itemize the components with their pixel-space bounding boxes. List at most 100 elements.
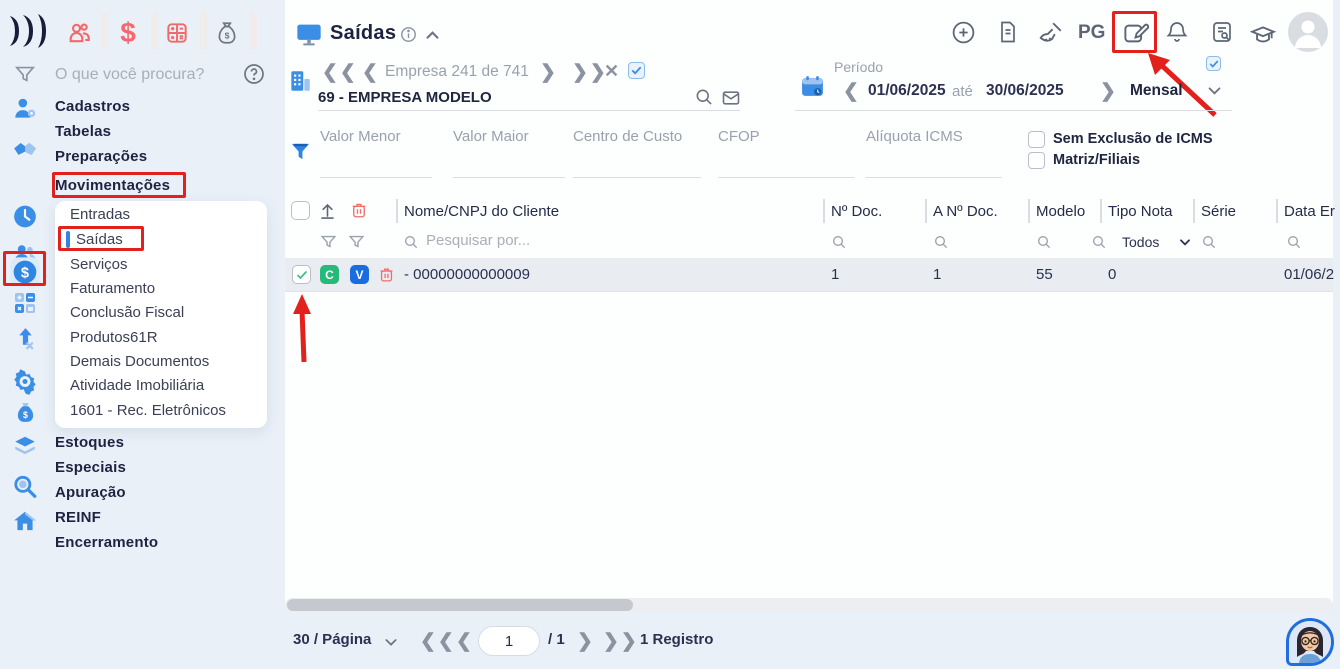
info-icon[interactable] bbox=[400, 26, 417, 43]
matriz-filiais-checkbox[interactable] bbox=[1028, 152, 1045, 169]
export-icon[interactable] bbox=[318, 201, 337, 220]
company-prev-button[interactable]: ❮ bbox=[362, 63, 378, 82]
moneybag-quick-icon[interactable]: $ bbox=[212, 18, 242, 48]
submenu-item-faturamento[interactable]: Faturamento bbox=[70, 280, 155, 297]
submenu-item-1601-rec-eletronicos[interactable]: 1601 - Rec. Eletrônicos bbox=[70, 402, 226, 419]
period-mode-select[interactable]: Mensal bbox=[1130, 82, 1183, 100]
period-next-button[interactable]: ❯ bbox=[1100, 82, 1116, 101]
submenu-item-conclusao-fiscal[interactable]: Conclusão Fiscal bbox=[70, 304, 184, 321]
collapse-chevron-up-icon[interactable] bbox=[424, 27, 441, 44]
period-checkbox[interactable] bbox=[1206, 56, 1221, 71]
sidebar-item-encerramento[interactable]: Encerramento bbox=[55, 534, 158, 551]
company-mail-icon[interactable] bbox=[721, 88, 741, 108]
help-icon[interactable] bbox=[242, 62, 266, 86]
sidebar-item-tabelas[interactable]: Tabelas bbox=[55, 123, 111, 140]
sidebar-search-input[interactable] bbox=[55, 66, 235, 84]
row-checkbox[interactable] bbox=[292, 265, 311, 284]
company-clear-button[interactable]: ✕ bbox=[604, 62, 619, 80]
row-badge-c[interactable]: C bbox=[320, 265, 339, 284]
andoc-search-icon[interactable] bbox=[933, 234, 949, 250]
rail-cadastros-icon[interactable] bbox=[12, 96, 38, 122]
per-page-select[interactable]: 30 / Página bbox=[293, 631, 371, 648]
calculator-quick-icon[interactable] bbox=[162, 18, 192, 48]
row-badge-v[interactable]: V bbox=[350, 265, 369, 284]
company-first-button[interactable]: ❮❮ bbox=[322, 63, 358, 82]
clients-quick-icon[interactable] bbox=[65, 18, 95, 48]
rail-tabelas-icon[interactable] bbox=[12, 136, 38, 162]
cliente-search-input[interactable] bbox=[426, 232, 576, 249]
rail-saidas-icon[interactable]: $ bbox=[9, 256, 41, 288]
submenu-item-entradas[interactable]: Entradas bbox=[70, 206, 130, 223]
sidebar-item-preparacoes[interactable]: Preparações bbox=[55, 148, 147, 165]
ndoc-search-icon[interactable] bbox=[831, 234, 847, 250]
submenu-item-atividade-imobiliaria[interactable]: Atividade Imobiliária bbox=[70, 377, 204, 394]
document-search-icon[interactable] bbox=[1210, 20, 1234, 44]
column-header-ndoc[interactable]: Nº Doc. bbox=[831, 203, 882, 220]
filter-field-aliquota-icms[interactable]: Alíquota ICMS bbox=[866, 128, 1002, 178]
row-delete-icon[interactable] bbox=[378, 266, 395, 283]
assistant-avatar[interactable] bbox=[1286, 618, 1334, 666]
clean-broom-icon[interactable] bbox=[1038, 20, 1064, 46]
column-header-andoc[interactable]: A Nº Doc. bbox=[933, 203, 998, 220]
sidebar-item-movimentacoes[interactable]: Movimentações bbox=[55, 177, 170, 194]
data-search-icon[interactable] bbox=[1286, 234, 1302, 250]
rail-home-icon[interactable] bbox=[12, 508, 38, 534]
rail-calculadora-icon[interactable] bbox=[12, 290, 38, 316]
next-page-button[interactable]: ❯ bbox=[577, 632, 593, 651]
rail-indicadores-icon[interactable] bbox=[12, 325, 38, 351]
period-mode-chevron-icon[interactable] bbox=[1206, 82, 1223, 99]
finance-quick-icon[interactable]: $ bbox=[113, 17, 143, 48]
period-start-date[interactable]: 01/06/2025 bbox=[868, 82, 946, 100]
tiponota-filter-chevron-icon[interactable] bbox=[1178, 235, 1192, 249]
sidebar-item-apuracao[interactable]: Apuração bbox=[55, 484, 126, 501]
company-last-button[interactable]: ❯❯ bbox=[572, 63, 608, 82]
row-cliente[interactable]: - 00000000000009 bbox=[404, 266, 530, 283]
sidebar-search[interactable] bbox=[55, 66, 235, 84]
filter-icon[interactable] bbox=[14, 63, 36, 85]
filter-field-cfop[interactable]: CFOP bbox=[718, 128, 854, 178]
filters-funnel-icon[interactable] bbox=[289, 140, 312, 163]
column-header-data[interactable]: Data Er bbox=[1284, 203, 1335, 220]
filter-field-valor-menor[interactable]: Valor Menor bbox=[320, 128, 432, 178]
filter-field-valor-maior[interactable]: Valor Maior bbox=[453, 128, 565, 178]
serie-search-icon[interactable] bbox=[1201, 234, 1217, 250]
column-header-modelo[interactable]: Modelo bbox=[1036, 203, 1085, 220]
pg-button[interactable]: PG bbox=[1078, 22, 1105, 44]
sidebar-item-cadastros[interactable]: Cadastros bbox=[55, 98, 130, 115]
document-icon[interactable] bbox=[996, 20, 1020, 44]
column-header-tiponota[interactable]: Tipo Nota bbox=[1108, 203, 1172, 220]
rail-clock-icon[interactable] bbox=[12, 203, 38, 229]
notifications-bell-icon[interactable] bbox=[1165, 20, 1189, 44]
tiponota-search-icon[interactable] bbox=[1091, 234, 1107, 250]
period-prev-button[interactable]: ❮ bbox=[843, 82, 859, 101]
delete-all-icon[interactable] bbox=[350, 201, 368, 219]
submenu-item-saidas[interactable]: Saídas bbox=[76, 231, 123, 248]
company-filter-checkbox[interactable] bbox=[628, 62, 645, 79]
sidebar-item-especiais[interactable]: Especiais bbox=[55, 459, 126, 476]
app-logo[interactable] bbox=[8, 12, 50, 50]
period-end-date[interactable]: 30/06/2025 bbox=[986, 82, 1064, 100]
sem-exclusao-icms-checkbox[interactable] bbox=[1028, 131, 1045, 148]
horizontal-scrollbar-thumb[interactable] bbox=[287, 599, 633, 611]
modelo-search-icon[interactable] bbox=[1036, 234, 1052, 250]
submenu-item-produtos61r[interactable]: Produtos61R bbox=[70, 329, 158, 346]
last-page-button[interactable]: ❯❯ bbox=[603, 632, 639, 651]
sidebar-item-estoques[interactable]: Estoques bbox=[55, 434, 124, 451]
grid-funnel-icon-2[interactable] bbox=[348, 233, 365, 250]
submenu-item-servicos[interactable]: Serviços bbox=[70, 256, 128, 273]
submenu-item-demais-documentos[interactable]: Demais Documentos bbox=[70, 353, 209, 370]
column-header-cliente[interactable]: Nome/CNPJ do Cliente bbox=[404, 203, 559, 220]
rail-tributos-icon[interactable]: $ bbox=[12, 399, 38, 425]
edit-note-icon[interactable] bbox=[1122, 20, 1149, 47]
page-number-input[interactable] bbox=[478, 626, 540, 656]
per-page-chevron-icon[interactable] bbox=[383, 634, 399, 650]
sidebar-item-reinf[interactable]: REINF bbox=[55, 509, 101, 526]
company-next-button[interactable]: ❯ bbox=[540, 63, 556, 82]
column-header-serie[interactable]: Série bbox=[1201, 203, 1236, 220]
tiponota-filter-select[interactable]: Todos bbox=[1122, 234, 1159, 250]
rail-apuracao-icon[interactable] bbox=[12, 473, 38, 499]
first-page-button[interactable]: ❮❮ bbox=[420, 632, 456, 651]
user-avatar[interactable] bbox=[1288, 12, 1328, 52]
grid-funnel-icon-1[interactable] bbox=[320, 233, 337, 250]
training-graduation-icon[interactable] bbox=[1250, 22, 1276, 48]
